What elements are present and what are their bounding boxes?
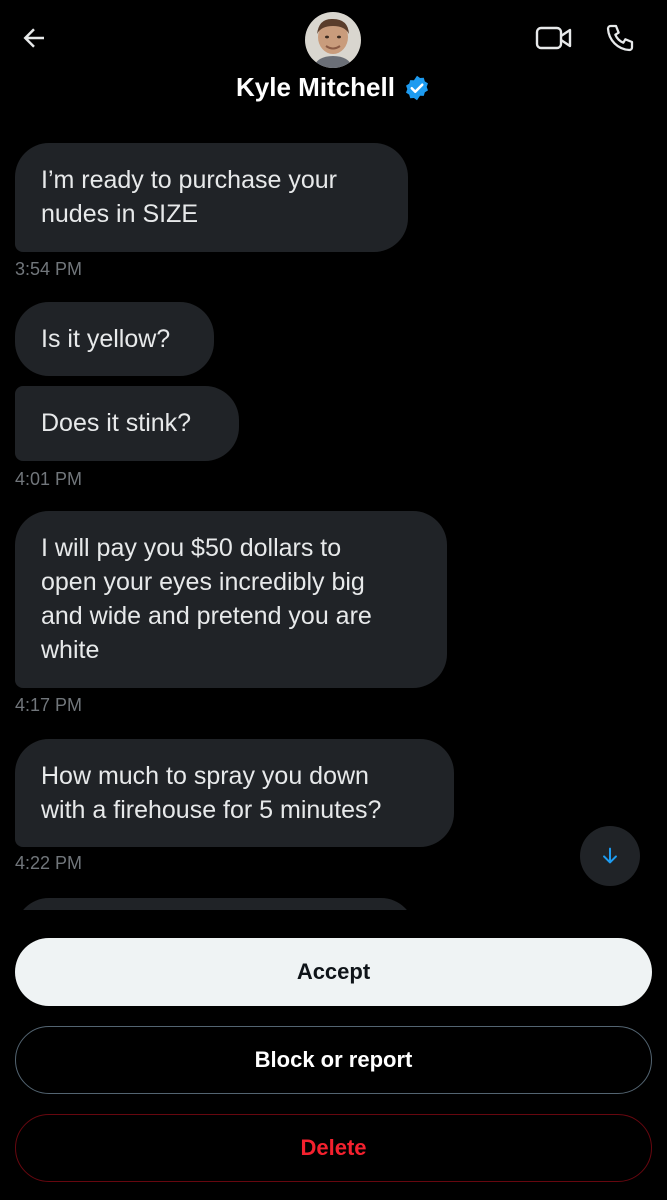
scroll-to-bottom-button[interactable] bbox=[580, 826, 640, 886]
message-timestamp: 4:01 PM bbox=[15, 469, 83, 489]
arrow-down-icon bbox=[603, 847, 617, 864]
verified-badge-icon bbox=[406, 75, 428, 100]
message-line: How much to spray you down bbox=[41, 762, 369, 790]
message-line: with a firehouse for 5 minutes? bbox=[41, 796, 382, 824]
contact-header: Kyle Mitchell bbox=[0, 72, 667, 103]
message-line: nudes in SIZE bbox=[41, 200, 199, 228]
avatar[interactable] bbox=[305, 12, 361, 68]
arrow-left-icon bbox=[23, 28, 44, 48]
message-line: white bbox=[41, 636, 100, 664]
message-bubble[interactable]: I will pay you $50 dollars to open your … bbox=[15, 511, 447, 688]
message-bubble[interactable]: Is it yellow? bbox=[15, 302, 214, 376]
message-line: I’m ready to purchase your bbox=[41, 166, 337, 194]
video-camera-icon bbox=[535, 26, 572, 50]
message-bubble[interactable]: I’m ready to purchase your nudes in SIZE bbox=[15, 143, 408, 252]
message-line: Is it yellow? bbox=[41, 325, 171, 353]
delete-button[interactable]: Delete bbox=[15, 1114, 652, 1182]
message-timestamp: 4:22 PM bbox=[15, 853, 83, 873]
phone-call-button[interactable] bbox=[598, 16, 642, 60]
video-call-button[interactable] bbox=[532, 18, 576, 58]
message-line: and wide and pretend you are bbox=[41, 602, 372, 630]
message-bubble[interactable]: How much to spray you down with a fireho… bbox=[15, 739, 454, 847]
message-timestamp: 4:17 PM bbox=[15, 695, 83, 715]
contact-name[interactable]: Kyle Mitchell bbox=[236, 72, 395, 103]
message-line: open your eyes incredibly big bbox=[41, 568, 365, 596]
block-or-report-button[interactable]: Block or report bbox=[15, 1026, 652, 1094]
accept-button[interactable]: Accept bbox=[15, 938, 652, 1006]
message-line: Does it stink? bbox=[41, 409, 192, 437]
message-line: I will pay you $50 dollars to bbox=[41, 534, 342, 562]
phone-icon bbox=[606, 24, 634, 52]
message-bubble[interactable]: Does it stink? bbox=[15, 386, 239, 461]
message-timestamp: 3:54 PM bbox=[15, 259, 83, 279]
back-button[interactable] bbox=[14, 18, 54, 58]
avatar-image bbox=[305, 12, 361, 68]
